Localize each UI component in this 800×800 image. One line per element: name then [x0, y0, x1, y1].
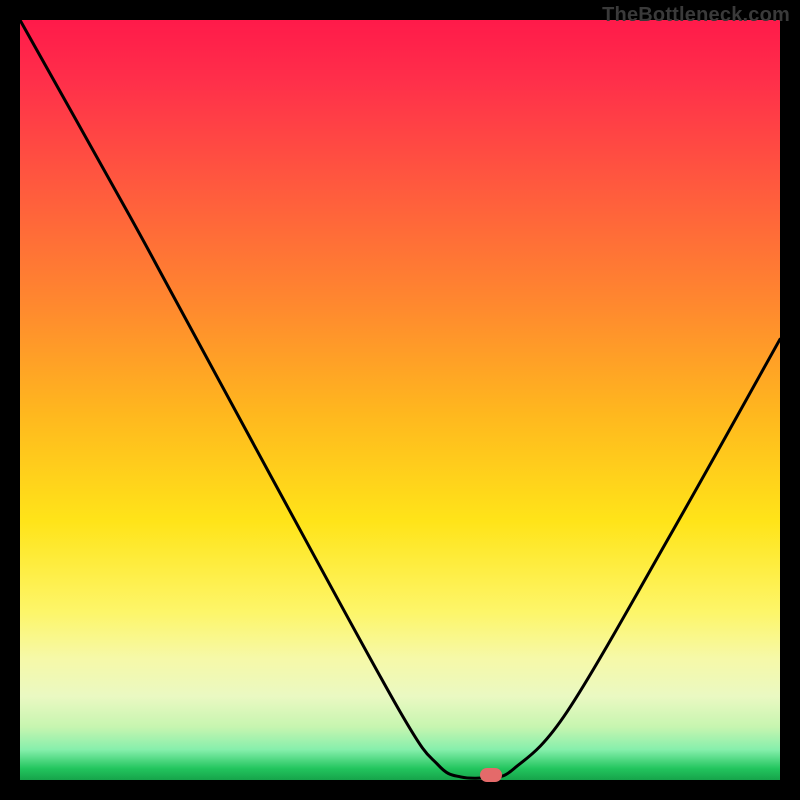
chart-container: TheBottleneck.com: [0, 0, 800, 800]
plot-frame: [20, 20, 780, 780]
optimal-point-marker: [480, 768, 502, 782]
watermark-text: TheBottleneck.com: [602, 4, 790, 27]
bottleneck-curve: [20, 20, 780, 780]
curve-path: [20, 20, 780, 778]
